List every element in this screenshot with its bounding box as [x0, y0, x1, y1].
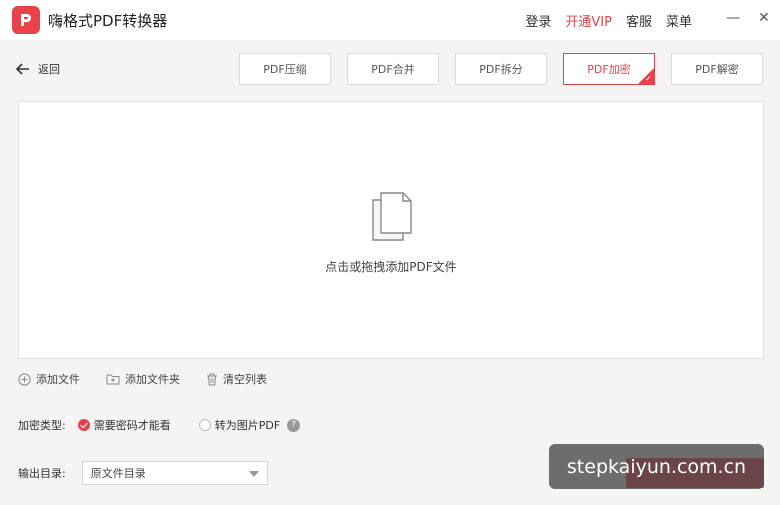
output-directory-label: 输出目录:: [18, 467, 66, 480]
trash-icon: [207, 373, 217, 385]
output-directory-value: 原文件目录: [90, 467, 146, 480]
encryption-type-label: 加密类型:: [18, 419, 66, 432]
output-directory-select[interactable]: 原文件目录: [81, 461, 268, 485]
tab-label: PDF解密: [695, 63, 739, 76]
tab-pdf-encrypt[interactable]: PDF加密 ✓: [563, 53, 655, 85]
add-folder-label: 添加文件夹: [125, 373, 180, 386]
service-link[interactable]: 客服: [626, 11, 652, 30]
radio-unchecked-icon: [198, 419, 211, 431]
title-bar: 嗨格式PDF转换器 登录 开通VIP 客服 菜单 — ✕: [0, 0, 780, 40]
top-nav: 登录 开通VIP 客服 菜单: [525, 11, 692, 30]
tab-pdf-merge[interactable]: PDF合并: [347, 53, 439, 85]
check-icon: ✓: [645, 74, 652, 83]
app-title: 嗨格式PDF转换器: [48, 12, 168, 30]
radio-convert-image-pdf[interactable]: 转为图片PDF ?: [198, 417, 301, 433]
file-drop-zone[interactable]: 点击或拖拽添加PDF文件: [18, 101, 764, 359]
folder-plus-icon: [106, 374, 120, 385]
radio-label: 转为图片PDF: [214, 419, 281, 432]
tab-pdf-compress[interactable]: PDF压缩: [239, 53, 331, 85]
login-link[interactable]: 登录: [525, 11, 551, 30]
minimize-button[interactable]: —: [726, 10, 740, 26]
clear-list-button[interactable]: 清空列表: [206, 371, 267, 387]
back-button[interactable]: 返回: [16, 61, 60, 77]
radio-label: 需要密码才能看: [93, 419, 171, 432]
add-file-label: 添加文件: [36, 373, 80, 386]
chevron-down-icon: [248, 471, 259, 477]
vip-link[interactable]: 开通VIP: [565, 11, 612, 30]
tab-label: PDF合并: [371, 63, 415, 76]
menu-link[interactable]: 菜单: [666, 11, 692, 30]
document-icon: [372, 192, 412, 241]
watermark-overlay: stepkaiyun.com.cn: [549, 444, 764, 489]
arrow-left-icon: [16, 63, 29, 75]
close-button[interactable]: ✕: [758, 10, 770, 26]
tab-pdf-split[interactable]: PDF拆分: [455, 53, 547, 85]
help-icon[interactable]: ?: [287, 418, 301, 432]
tab-label: PDF拆分: [479, 63, 523, 76]
app-logo-icon: [12, 6, 40, 34]
drop-hint-text: 点击或拖拽添加PDF文件: [325, 260, 457, 274]
encryption-type-row: 加密类型: 需要密码才能看 转为图片PDF ?: [18, 417, 301, 433]
file-actions: 添加文件 添加文件夹 清空列表: [18, 371, 267, 387]
add-folder-button[interactable]: 添加文件夹: [106, 371, 180, 387]
clear-list-label: 清空列表: [223, 373, 267, 386]
back-label: 返回: [38, 63, 60, 76]
radio-checked-icon: [77, 419, 90, 431]
tab-label: PDF压缩: [263, 63, 307, 76]
radio-password-required[interactable]: 需要密码才能看: [77, 417, 171, 433]
tab-label: PDF加密: [587, 63, 631, 76]
tab-pdf-decrypt[interactable]: PDF解密: [671, 53, 763, 85]
output-directory-row: 输出目录: 原文件目录: [18, 461, 268, 485]
plus-circle-icon: [18, 372, 31, 386]
add-file-button[interactable]: 添加文件: [18, 371, 80, 387]
